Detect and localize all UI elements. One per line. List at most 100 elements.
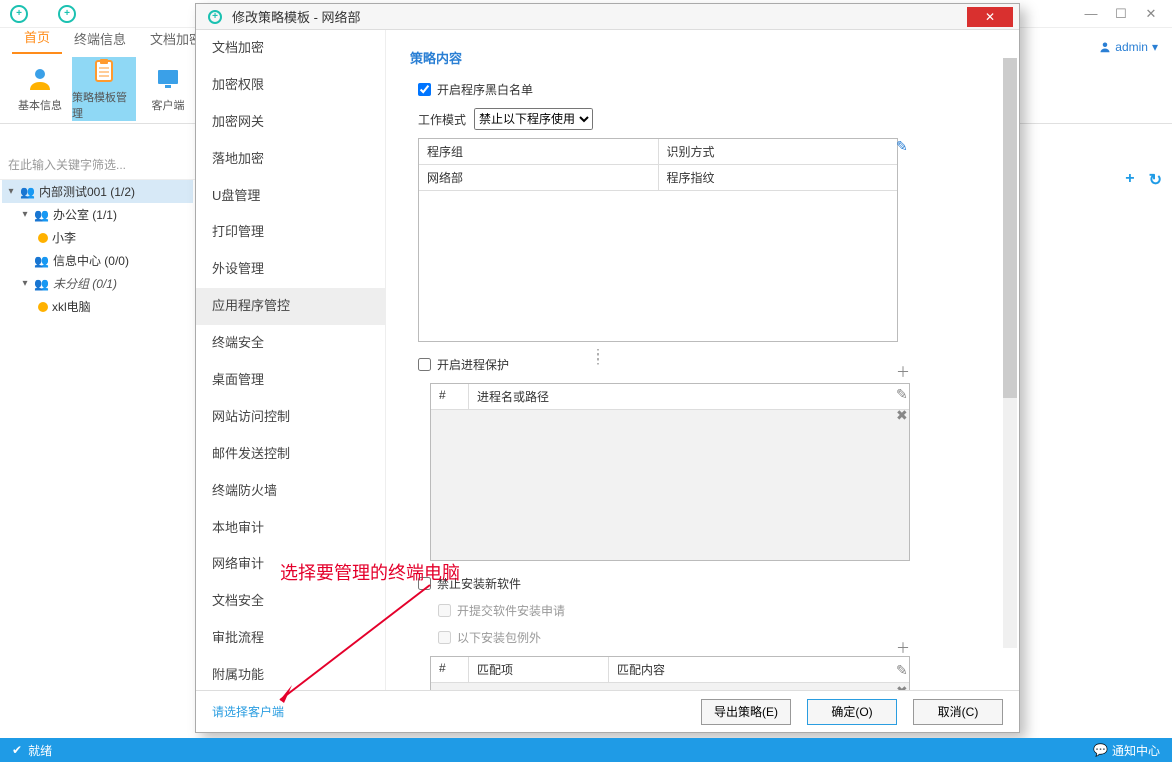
- clipboard-icon: [90, 57, 118, 85]
- tree-node-office[interactable]: ▾ 👥 办公室 (1/1): [2, 203, 193, 226]
- add-button[interactable]: +: [1125, 170, 1134, 190]
- dialog-close-button[interactable]: ✕: [967, 7, 1013, 27]
- collapse-icon[interactable]: ▾: [6, 186, 16, 197]
- tree-node-root[interactable]: ▾ 👥 内部测试001 (1/2): [2, 180, 193, 203]
- cat-encrypt-perm[interactable]: 加密权限: [196, 67, 385, 104]
- ribbon-basic-label: 基本信息: [18, 97, 62, 113]
- table-header: # 匹配项 匹配内容: [431, 657, 909, 683]
- status-dot-icon: [38, 233, 48, 243]
- cat-doc-security[interactable]: 文档安全: [196, 583, 385, 620]
- ribbon-basic-info[interactable]: 基本信息: [8, 57, 72, 121]
- cat-addon[interactable]: 附属功能: [196, 657, 385, 690]
- process-protect-label: 开启进程保护: [437, 356, 509, 373]
- minimize-button[interactable]: —: [1084, 6, 1098, 22]
- match-table-tools: ＋ ✎ ✖: [896, 638, 910, 690]
- user-name: admin: [1115, 40, 1148, 54]
- table-header: 程序组 识别方式: [419, 139, 897, 165]
- ok-button[interactable]: 确定(O): [807, 699, 897, 725]
- notification-center[interactable]: 💬 通知中心: [1093, 742, 1160, 759]
- except-pkg-checkbox[interactable]: [438, 631, 451, 644]
- users-icon: 👥: [34, 277, 49, 291]
- submit-apply-checkbox[interactable]: [438, 604, 451, 617]
- table-row[interactable]: 网络部 程序指纹: [419, 165, 897, 191]
- collapse-icon[interactable]: ▾: [20, 209, 30, 220]
- cat-web-control[interactable]: 网站访问控制: [196, 399, 385, 436]
- cat-encrypt-gateway[interactable]: 加密网关: [196, 104, 385, 141]
- cat-doc-encrypt[interactable]: 文档加密: [196, 30, 385, 67]
- maximize-button[interactable]: ☐: [1114, 6, 1128, 22]
- cat-mail-control[interactable]: 邮件发送控制: [196, 436, 385, 473]
- cat-usb[interactable]: U盘管理: [196, 178, 385, 215]
- collapse-icon[interactable]: ▾: [20, 278, 30, 289]
- tree-node-user-xkl[interactable]: xkl电脑: [2, 295, 193, 318]
- user-menu[interactable]: admin ▾: [1085, 40, 1172, 54]
- edit-policy-dialog: 修改策略模板 - 网络部 ✕ 文档加密 加密权限 加密网关 落地加密 U盘管理 …: [195, 3, 1020, 733]
- cat-peripheral[interactable]: 外设管理: [196, 251, 385, 288]
- scrollbar-thumb[interactable]: [1003, 58, 1017, 398]
- cancel-button[interactable]: 取消(C): [913, 699, 1003, 725]
- check-icon: ✔: [12, 743, 22, 757]
- workmode-select[interactable]: 禁止以下程序使用: [474, 108, 593, 130]
- cat-print[interactable]: 打印管理: [196, 214, 385, 251]
- dialog-titlebar[interactable]: 修改策略模板 - 网络部 ✕: [196, 4, 1019, 30]
- cat-desktop[interactable]: 桌面管理: [196, 362, 385, 399]
- table-body-empty: [431, 410, 909, 560]
- process-protect-checkbox[interactable]: [418, 358, 431, 371]
- tab-home[interactable]: 首页: [12, 23, 62, 54]
- program-group-table: 程序组 识别方式 网络部 程序指纹: [418, 138, 898, 342]
- export-policy-button[interactable]: 导出策略(E): [701, 699, 791, 725]
- col-match-item: 匹配项: [469, 657, 609, 682]
- app-icon: [10, 5, 28, 23]
- cat-local-audit[interactable]: 本地审计: [196, 510, 385, 547]
- tab-terminal-info[interactable]: 终端信息: [62, 25, 138, 54]
- add-row-icon[interactable]: ＋: [896, 362, 910, 382]
- forbid-install-row: 禁止安装新软件: [410, 575, 991, 592]
- match-table: # 匹配项 匹配内容: [430, 656, 910, 690]
- edit-row-icon[interactable]: ✎: [896, 386, 910, 403]
- blacklist-checkbox-row: 开启程序黑白名单: [410, 81, 991, 98]
- tree-node-ungrouped[interactable]: ▾ 👥 未分组 (0/1): [2, 272, 193, 295]
- splitter-handle[interactable]: ⋮⋮: [591, 352, 605, 360]
- notification-label: 通知中心: [1112, 742, 1160, 759]
- dialog-app-icon: [208, 10, 222, 24]
- edit-table-icon[interactable]: ✎: [896, 138, 908, 155]
- forbid-install-checkbox[interactable]: [418, 577, 431, 590]
- delete-row-icon[interactable]: ✖: [896, 683, 910, 690]
- ribbon-policy-template[interactable]: 策略模板管理: [72, 57, 136, 121]
- ribbon-client[interactable]: 客户端: [136, 57, 200, 121]
- tree-label: 信息中心 (0/0): [53, 252, 129, 269]
- forbid-install-label: 禁止安装新软件: [437, 575, 521, 592]
- cat-approval[interactable]: 审批流程: [196, 620, 385, 657]
- tree-node-infocenter[interactable]: ▾ 👥 信息中心 (0/0): [2, 249, 193, 272]
- tree-label: xkl电脑: [52, 298, 91, 315]
- edit-row-icon[interactable]: ✎: [896, 662, 910, 679]
- cat-firewall[interactable]: 终端防火墙: [196, 473, 385, 510]
- cat-terminal-security[interactable]: 终端安全: [196, 325, 385, 362]
- col-match-content: 匹配内容: [609, 657, 909, 682]
- col-program-group: 程序组: [419, 139, 659, 164]
- status-text: 就绪: [28, 742, 52, 759]
- cell-program-group: 网络部: [419, 165, 659, 190]
- user-icon: [1099, 41, 1111, 53]
- users-icon: 👥: [20, 185, 35, 199]
- dialog-title: 修改策略模板 - 网络部: [232, 7, 361, 26]
- add-row-icon[interactable]: ＋: [896, 638, 910, 658]
- monitor-icon: [154, 65, 182, 93]
- blacklist-label: 开启程序黑白名单: [437, 81, 533, 98]
- delete-row-icon[interactable]: ✖: [896, 407, 910, 424]
- refresh-button[interactable]: ↻: [1149, 170, 1162, 190]
- close-button[interactable]: ✕: [1144, 6, 1158, 22]
- select-client-link[interactable]: 请选择客户端: [212, 703, 284, 720]
- cat-landing-encrypt[interactable]: 落地加密: [196, 141, 385, 178]
- submit-apply-row: 开提交软件安装申请: [410, 602, 991, 619]
- workmode-label: 工作模式: [418, 111, 466, 128]
- content-title: 策略内容: [410, 48, 991, 67]
- cat-app-control[interactable]: 应用程序管控: [196, 288, 385, 325]
- tree-label: 办公室 (1/1): [53, 206, 117, 223]
- tree-node-user-xiaoli[interactable]: 小李: [2, 226, 193, 249]
- process-table-tools: ＋ ✎ ✖: [896, 362, 910, 424]
- cat-network-audit[interactable]: 网络审计: [196, 546, 385, 583]
- bubble-icon: 💬: [1093, 743, 1108, 757]
- blacklist-checkbox[interactable]: [418, 83, 431, 96]
- users-icon: 👥: [34, 208, 49, 222]
